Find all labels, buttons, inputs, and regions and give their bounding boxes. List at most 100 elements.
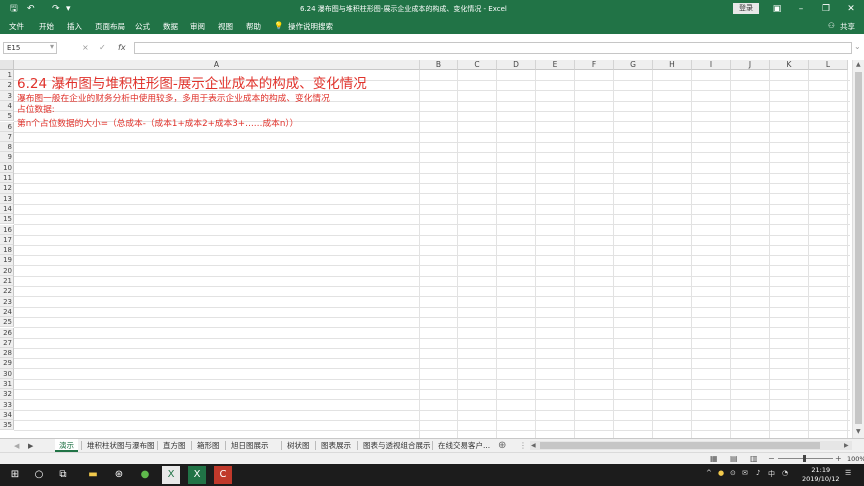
sheet-tab-3[interactable]: 直方图 xyxy=(159,439,190,452)
column-header-j[interactable]: J xyxy=(731,60,770,70)
row-header-15[interactable]: 15 xyxy=(0,214,14,225)
vertical-scrollbar[interactable]: ▲ ▼ xyxy=(852,60,864,438)
normal-view-icon[interactable]: ▦ xyxy=(710,454,718,463)
column-header-a[interactable]: A xyxy=(14,60,420,70)
cell-a2[interactable]: 瀑布图一般在企业的财务分析中使用较多，多用于表示企业成本的构成、变化情况 xyxy=(17,91,330,104)
row-header-22[interactable]: 22 xyxy=(0,286,14,297)
sheet-tab-5[interactable]: 旭日图展示 xyxy=(227,439,273,452)
tray-network-icon[interactable]: ⊙ xyxy=(730,469,736,477)
row-header-20[interactable]: 20 xyxy=(0,265,14,276)
row-header-14[interactable]: 14 xyxy=(0,203,14,215)
row-header-31[interactable]: 31 xyxy=(0,379,14,390)
row-header-1[interactable]: 1 xyxy=(0,70,14,81)
share-icon[interactable]: ⚇ xyxy=(828,21,835,30)
column-header-i[interactable]: I xyxy=(692,60,731,70)
tab-view[interactable]: 视图 xyxy=(218,21,233,32)
scroll-down-icon[interactable]: ▼ xyxy=(856,428,861,435)
sheet-tab-6[interactable]: 树状图 xyxy=(283,439,314,452)
customize-qat-icon[interactable]: ▾ xyxy=(66,3,71,15)
column-header-g[interactable]: G xyxy=(614,60,653,70)
notification-icon[interactable]: ☰ xyxy=(845,469,851,477)
browser-icon[interactable]: ● xyxy=(136,466,154,484)
column-header-k[interactable]: K xyxy=(770,60,809,70)
formula-input[interactable] xyxy=(134,42,852,54)
row-header-18[interactable]: 18 xyxy=(0,245,14,256)
column-header-b[interactable]: B xyxy=(420,60,458,70)
row-header-7[interactable]: 7 xyxy=(0,131,14,143)
sign-in-button[interactable]: 登录 xyxy=(733,3,759,14)
share-button[interactable]: 共享 xyxy=(840,21,855,32)
sheet-tab-7[interactable]: 图表展示 xyxy=(317,439,355,452)
column-header-f[interactable]: F xyxy=(575,60,614,70)
row-header-4[interactable]: 4 xyxy=(0,100,14,112)
row-header-35[interactable]: 35 xyxy=(0,420,14,431)
undo-icon[interactable]: ↶ xyxy=(27,3,35,15)
page-layout-view-icon[interactable]: ▤ xyxy=(730,454,738,463)
row-header-3[interactable]: 3 xyxy=(0,90,14,101)
column-header-h[interactable]: H xyxy=(653,60,692,70)
row-header-2[interactable]: 2 xyxy=(0,80,14,91)
name-box-dropdown-icon[interactable]: ▾ xyxy=(50,42,54,51)
tab-data[interactable]: 数据 xyxy=(163,21,178,32)
row-header-28[interactable]: 28 xyxy=(0,348,14,359)
search-icon[interactable]: ○ xyxy=(30,466,48,484)
row-header-23[interactable]: 23 xyxy=(0,296,14,307)
scroll-right-icon[interactable]: ▶ xyxy=(844,442,849,449)
minimize-icon[interactable]: – xyxy=(790,2,812,16)
row-header-30[interactable]: 30 xyxy=(0,368,14,379)
page-break-view-icon[interactable]: ▥ xyxy=(750,454,758,463)
column-header-d[interactable]: D xyxy=(497,60,536,70)
tray-wifi-icon[interactable]: ◔ xyxy=(782,469,788,477)
tab-review[interactable]: 审阅 xyxy=(190,21,205,32)
enter-icon[interactable]: ✓ xyxy=(99,43,106,52)
row-header-33[interactable]: 33 xyxy=(0,399,14,410)
tab-page-layout[interactable]: 页面布局 xyxy=(95,21,125,32)
taskbar-clock[interactable]: 21:19 2019/10/12 xyxy=(802,466,839,484)
cell-a4[interactable]: 第n个占位数据的大小=（总成本-（成本1+成本2+成本3+……成本n）） xyxy=(17,116,298,129)
row-header-16[interactable]: 16 xyxy=(0,224,14,235)
tab-insert[interactable]: 插入 xyxy=(67,21,82,32)
sheet-tab-1[interactable]: 演示 xyxy=(55,439,78,452)
insert-function-icon[interactable]: fx xyxy=(118,43,126,52)
ribbon-display-icon[interactable]: ▣ xyxy=(766,2,788,16)
zoom-level[interactable]: 100% xyxy=(847,455,864,463)
file-explorer-icon[interactable]: ▬ xyxy=(84,466,102,484)
sheet-tab-4[interactable]: 箱形图 xyxy=(193,439,224,452)
sheet-tab-2[interactable]: 堆积柱状图与瀑布图 xyxy=(83,439,159,452)
worksheet-grid[interactable]: ABCDEFGHIJKL 1 2 3 4 5 6 7 8 9 10 11 12 13 14 15 16 17 18… xyxy=(0,60,864,438)
cell-a3[interactable]: 占位数据: xyxy=(17,102,55,115)
row-header-19[interactable]: 19 xyxy=(0,255,14,266)
zoom-out-icon[interactable]: − xyxy=(768,454,775,463)
row-header-34[interactable]: 34 xyxy=(0,409,14,421)
row-header-25[interactable]: 25 xyxy=(0,317,14,328)
redo-icon[interactable]: ↷ xyxy=(52,3,60,15)
row-header-29[interactable]: 29 xyxy=(0,358,14,369)
zoom-in-icon[interactable]: + xyxy=(835,454,842,463)
restore-icon[interactable]: ❐ xyxy=(815,2,837,16)
row-header-11[interactable]: 11 xyxy=(0,173,14,184)
tray-volume-icon[interactable]: ♪ xyxy=(756,469,760,477)
row-header-13[interactable]: 13 xyxy=(0,193,14,204)
row-header-24[interactable]: 24 xyxy=(0,306,14,318)
row-header-17[interactable]: 17 xyxy=(0,234,14,246)
select-all-corner[interactable] xyxy=(0,60,14,70)
sheet-tab-8[interactable]: 图表与透视组合展示 xyxy=(359,439,435,452)
column-header-c[interactable]: C xyxy=(458,60,497,70)
recorder-icon[interactable]: C xyxy=(214,466,232,484)
tray-app-icon[interactable]: ● xyxy=(718,469,724,477)
column-header-e[interactable]: E xyxy=(536,60,575,70)
row-header-10[interactable]: 10 xyxy=(0,162,14,173)
horizontal-scroll-thumb[interactable] xyxy=(540,442,820,449)
scroll-up-icon[interactable]: ▲ xyxy=(856,61,861,68)
cancel-icon[interactable]: × xyxy=(82,43,89,52)
prev-sheet-icon[interactable]: ◀ xyxy=(14,442,19,450)
excel-active-icon[interactable]: X xyxy=(188,466,206,484)
close-icon[interactable]: ✕ xyxy=(840,2,862,16)
row-header-21[interactable]: 21 xyxy=(0,276,14,287)
tray-ime-label[interactable]: 中 xyxy=(768,469,775,479)
more-tabs-icon[interactable]: ⋮ xyxy=(519,441,527,450)
vertical-scroll-thumb[interactable] xyxy=(855,72,862,424)
zoom-slider-thumb[interactable] xyxy=(803,455,806,462)
name-box[interactable]: E15 xyxy=(3,42,57,54)
next-sheet-icon[interactable]: ▶ xyxy=(28,442,33,450)
